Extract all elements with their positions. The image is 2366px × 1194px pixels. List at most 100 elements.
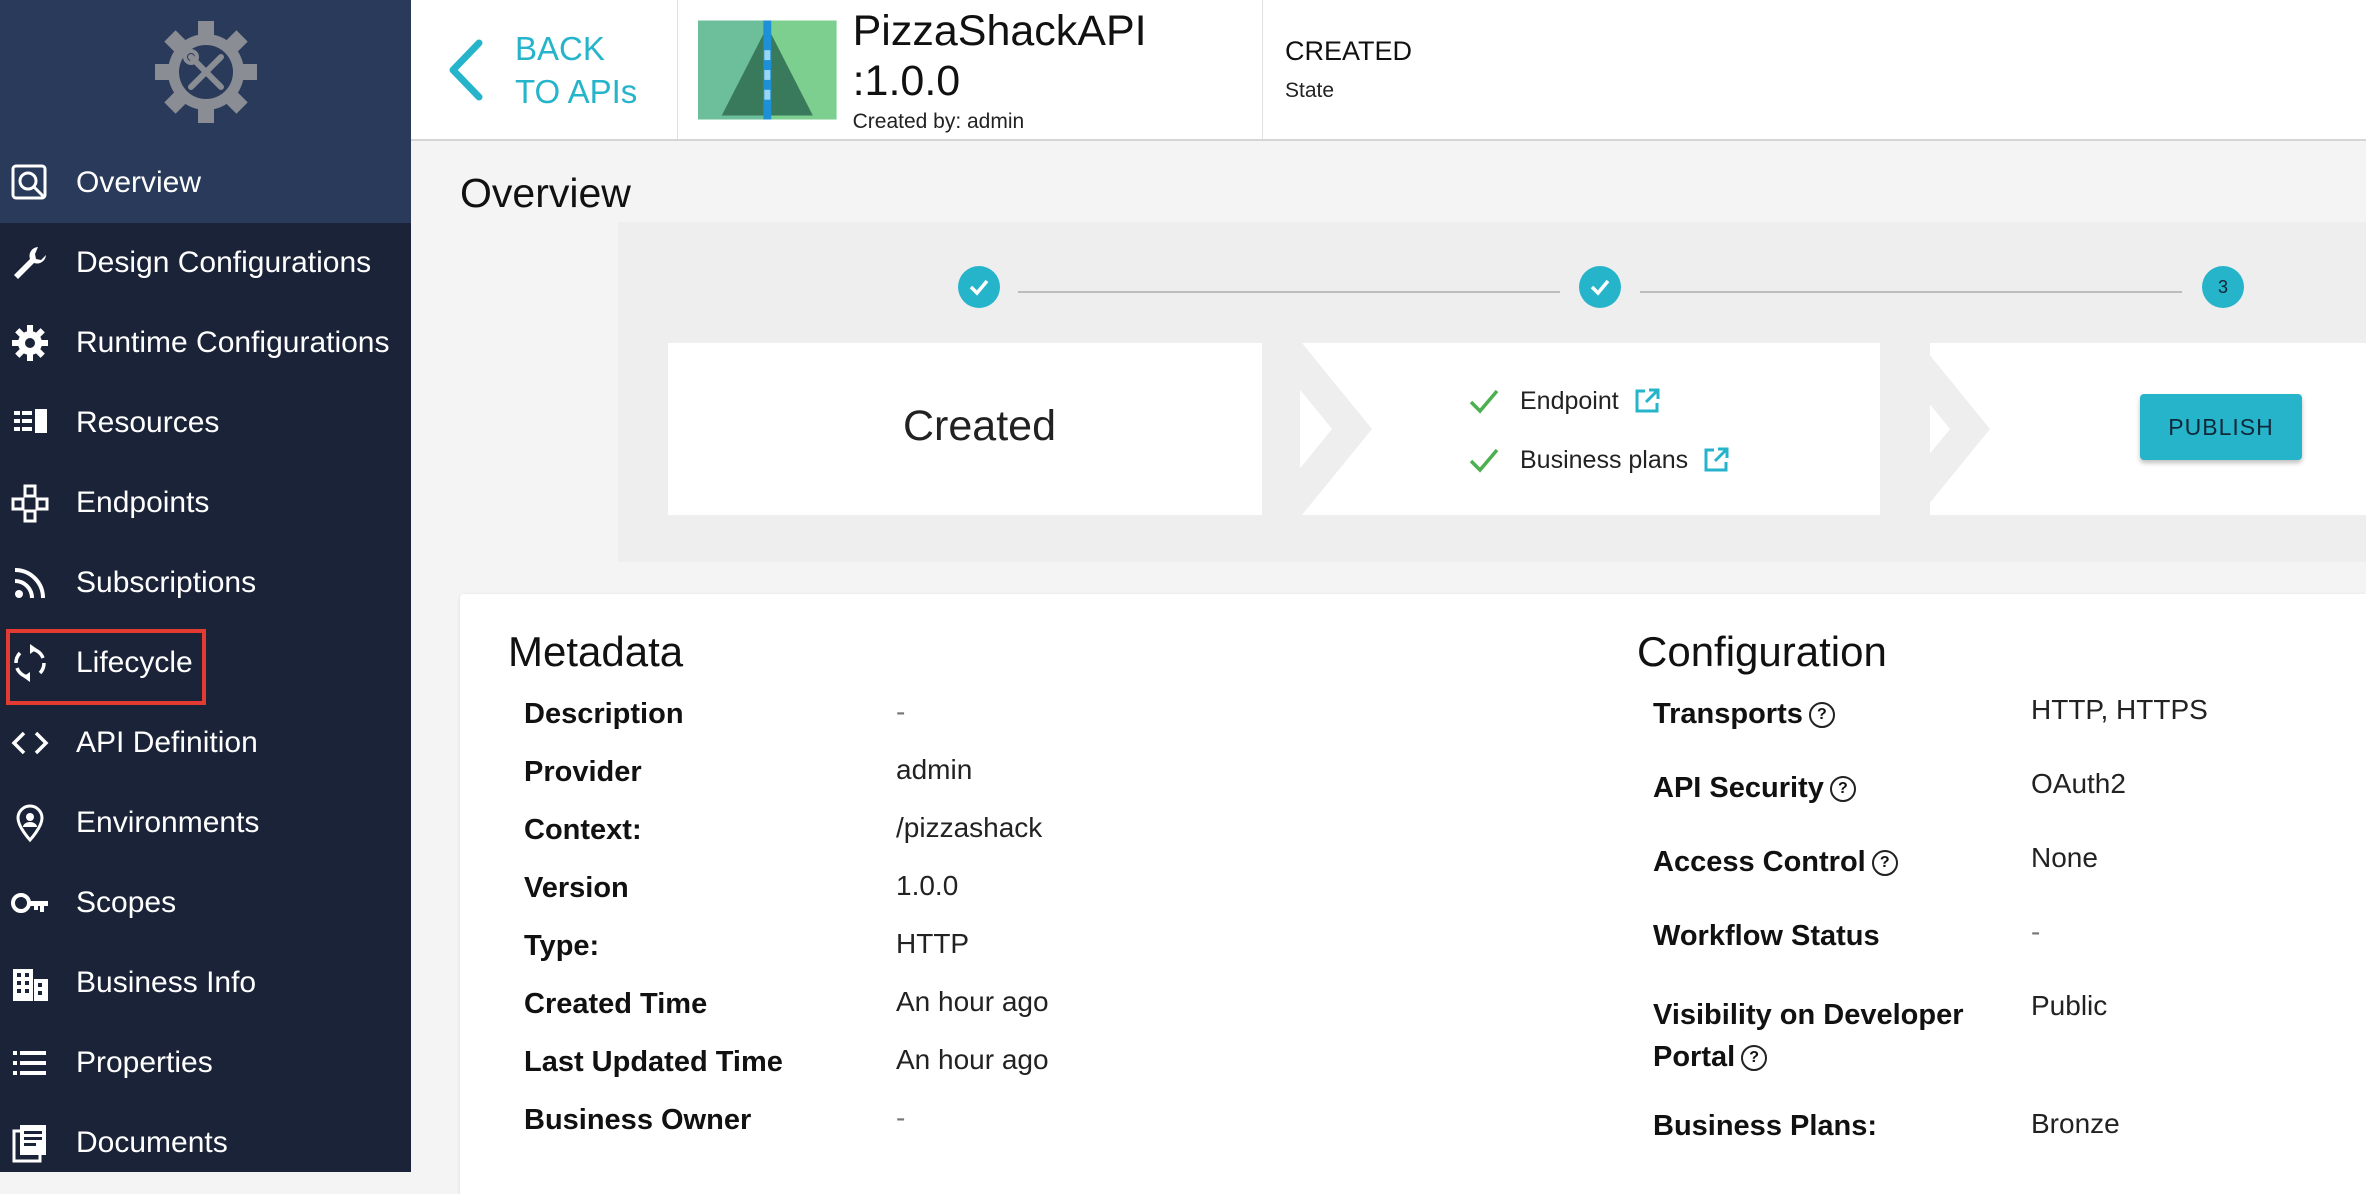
step-connector: [1018, 291, 1560, 293]
sidebar-item-endpoints[interactable]: Endpoints: [0, 463, 411, 543]
sidebar-item-runtime-configurations[interactable]: Runtime Configurations: [0, 303, 411, 383]
config-visibility-label: Visibility on Developer Portal?: [1653, 994, 1964, 1078]
config-transports-value: HTTP, HTTPS: [2031, 694, 2208, 725]
back-to-apis-label: BACK TO APIs: [515, 29, 638, 110]
check-icon: [1590, 279, 1610, 296]
sidebar-item-label: Documents: [76, 1126, 228, 1159]
stage-requirements-box: [1300, 343, 1880, 515]
sidebar-item-label: Environments: [76, 806, 260, 839]
stage-arrow-separator: [1880, 343, 1990, 515]
metadata-created-time-value: An hour ago: [896, 986, 1049, 1017]
api-name: PizzaShackAPI :1.0.0: [852, 6, 1147, 105]
step-3-current: 3: [2202, 266, 2244, 308]
config-visibility-text-line2: Portal: [1653, 1041, 1736, 1073]
requirement-label: Business plans: [1520, 445, 1689, 474]
metadata-description-label: Description: [524, 698, 684, 730]
sidebar-item-business-info[interactable]: Business Info: [0, 943, 411, 1023]
api-created-by: Created by: admin: [852, 109, 1025, 133]
chevron-left-icon: [449, 39, 483, 100]
state-label: State: [1285, 79, 1335, 102]
external-link-icon[interactable]: [1633, 387, 1661, 415]
metadata-title: Metadata: [508, 628, 684, 675]
metadata-business-owner-label: Business Owner: [524, 1104, 752, 1136]
metadata-context-label: Context:: [524, 814, 642, 846]
back-to-apis-link[interactable]: BACK TO APIs: [411, 0, 678, 139]
publish-button[interactable]: PUBLISH: [2140, 394, 2302, 460]
config-business-plans-value: Bronze: [2031, 1108, 2120, 1139]
configuration-title: Configuration: [1637, 628, 1887, 675]
metadata-last-updated-label: Last Updated Time: [524, 1046, 783, 1078]
check-icon: [969, 279, 989, 296]
api-header: BACK TO APIs PizzaShackAPI :1.0.0 Create…: [411, 0, 2366, 141]
state-value: CREATED: [1285, 36, 1413, 66]
metadata-last-updated-value: An hour ago: [896, 1044, 1049, 1075]
documents-icon: [8, 1121, 52, 1165]
sidebar-item-api-definition[interactable]: API Definition: [0, 703, 411, 783]
sidebar-item-label: Business Info: [76, 966, 257, 999]
sidebar-item-overview[interactable]: Overview: [0, 143, 411, 223]
api-details-card: Metadata Configuration Description - Pro…: [460, 594, 2366, 1194]
sidebar-item-label: Lifecycle: [76, 646, 193, 679]
sidebar-item-resources[interactable]: Resources: [0, 383, 411, 463]
step-connector: [1640, 291, 2182, 293]
rss-icon: [8, 561, 52, 605]
sidebar-item-label: Overview: [76, 166, 202, 199]
sidebar-item-environments[interactable]: Environments: [0, 783, 411, 863]
api-thumbnail: [698, 19, 837, 120]
help-icon[interactable]: ?: [1808, 702, 1835, 729]
sidebar-item-design-configurations[interactable]: Design Configurations: [0, 223, 411, 303]
help-icon[interactable]: ?: [1741, 1045, 1768, 1072]
step-2-complete: [1579, 266, 1621, 308]
sidebar-item-label: API Definition: [76, 726, 258, 759]
step-1-complete: [958, 266, 1000, 308]
config-api-security-label: API Security?: [1653, 772, 1856, 805]
sidebar-item-label: Properties: [76, 1046, 213, 1079]
config-workflow-status-label: Workflow Status: [1653, 920, 1880, 952]
current-state-label: Created: [903, 402, 1056, 450]
sidebar-item-properties[interactable]: Properties: [0, 1023, 411, 1103]
help-icon[interactable]: ?: [1829, 776, 1856, 803]
code-icon: [8, 721, 52, 765]
sidebar-item-scopes[interactable]: Scopes: [0, 863, 411, 943]
publisher-logo[interactable]: [0, 0, 411, 143]
sidebar-item-documents[interactable]: Documents: [0, 1103, 411, 1183]
config-access-control-value: None: [2031, 842, 2098, 873]
resources-icon: [8, 401, 52, 445]
external-link-icon[interactable]: [1702, 446, 1730, 474]
metadata-type-value: HTTP: [896, 928, 970, 959]
requirement-endpoint: Endpoint: [1468, 385, 1661, 417]
check-icon: [1469, 389, 1499, 414]
config-api-security-value: OAuth2: [2031, 768, 2126, 799]
stage-arrow-separator: [1262, 343, 1372, 515]
check-icon: [1469, 448, 1499, 473]
metadata-version-label: Version: [524, 872, 629, 904]
lifecycle-icon: [8, 641, 52, 685]
sidebar-item-label: Runtime Configurations: [76, 326, 390, 359]
api-state: CREATED State: [1263, 0, 1412, 139]
list-icon: [8, 1041, 52, 1085]
publisher-gear-logo-icon: [154, 20, 257, 123]
requirement-business-plans: Business plans: [1468, 444, 1730, 476]
overview-icon: [8, 161, 52, 205]
metadata-provider-value: admin: [896, 754, 973, 785]
sidebar-item-label: Endpoints: [76, 486, 210, 519]
metadata-created-time-label: Created Time: [524, 988, 708, 1020]
metadata-provider-label: Provider: [524, 756, 642, 788]
config-access-control-text: Access Control: [1653, 846, 1866, 878]
config-visibility-text: Visibility on Developer: [1653, 999, 1964, 1031]
metadata-description-value: -: [896, 696, 906, 727]
config-transports-label: Transports?: [1653, 698, 1835, 731]
requirement-label: Endpoint: [1520, 386, 1619, 415]
sidebar-item-subscriptions[interactable]: Subscriptions: [0, 543, 411, 623]
api-title-block: PizzaShackAPI :1.0.0 Created by: admin: [853, 6, 1262, 134]
config-api-security-text: API Security: [1653, 772, 1824, 804]
gear-icon: [8, 321, 52, 365]
location-icon: [8, 801, 52, 845]
sidebar: Overview Design Configurations Runtime C…: [0, 0, 411, 1172]
sidebar-item-label: Design Configurations: [76, 246, 372, 279]
sidebar-item-label: Subscriptions: [76, 566, 257, 599]
api-info: PizzaShackAPI :1.0.0 Created by: admin: [678, 0, 1263, 139]
help-icon[interactable]: ?: [1871, 850, 1898, 877]
sidebar-item-lifecycle[interactable]: Lifecycle: [0, 623, 411, 703]
key-icon: [8, 881, 52, 925]
